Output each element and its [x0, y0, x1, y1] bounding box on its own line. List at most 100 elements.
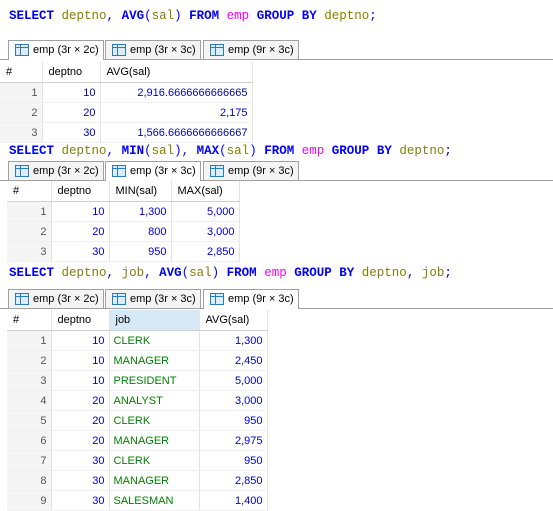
row-number: 3: [7, 241, 52, 262]
table-row[interactable]: 2 20 800 3,000: [7, 221, 240, 242]
table-cell[interactable]: 20: [51, 390, 110, 411]
result-tab[interactable]: emp (3r × 2c): [8, 161, 104, 180]
result-tab[interactable]: emp (9r × 3c): [203, 289, 299, 309]
column-header[interactable]: AVG(sal): [100, 62, 253, 83]
table-cell[interactable]: 3,000: [171, 221, 240, 242]
table-cell[interactable]: 950: [199, 410, 268, 431]
table-row[interactable]: 3 30 950 2,850: [7, 241, 240, 262]
column-header[interactable]: #: [0, 62, 43, 83]
sql-token: deptno: [324, 9, 370, 23]
sql-token: deptno: [399, 144, 445, 158]
sql-token: BY: [376, 144, 392, 158]
result-tab[interactable]: emp (9r × 3c): [203, 40, 299, 59]
table-cell[interactable]: 10: [42, 82, 101, 103]
column-header[interactable]: job: [109, 310, 200, 331]
table-cell[interactable]: CLERK: [109, 450, 200, 471]
table-cell[interactable]: 950: [109, 241, 172, 262]
result-tab[interactable]: emp (3r × 2c): [8, 40, 104, 60]
table-row[interactable]: 7 30 CLERK 950: [7, 450, 268, 471]
table-cell[interactable]: 2,850: [171, 241, 240, 262]
table-row[interactable]: 6 20 MANAGER 2,975: [7, 430, 268, 451]
table-cell[interactable]: 1,400: [199, 490, 268, 511]
table-row[interactable]: 1 10 CLERK 1,300: [7, 330, 268, 351]
table-cell[interactable]: 2,175: [100, 102, 253, 123]
table-row[interactable]: 8 30 MANAGER 2,850: [7, 470, 268, 491]
table-icon: [112, 293, 126, 305]
table-cell[interactable]: 30: [51, 241, 110, 262]
table-cell[interactable]: 1,300: [109, 201, 172, 222]
table-cell[interactable]: 10: [51, 370, 110, 391]
table-icon: [112, 165, 126, 177]
table-row[interactable]: 5 20 CLERK 950: [7, 410, 268, 431]
table-row[interactable]: 2 20 2,175: [0, 102, 253, 123]
table-cell[interactable]: 950: [199, 450, 268, 471]
column-header[interactable]: #: [7, 181, 52, 202]
sql-token: MIN: [121, 144, 145, 158]
sql-query-3[interactable]: SELECT deptno, job, AVG(sal) FROM emp GR…: [9, 265, 452, 281]
table-cell[interactable]: CLERK: [109, 410, 200, 431]
table-cell[interactable]: 10: [51, 201, 110, 222]
column-header[interactable]: MAX(sal): [171, 181, 240, 202]
sql-query-2[interactable]: SELECT deptno, MIN(sal), MAX(sal) FROM e…: [9, 143, 452, 159]
table-cell[interactable]: ANALYST: [109, 390, 200, 411]
sql-token: FROM: [264, 144, 295, 158]
table-cell[interactable]: 20: [51, 410, 110, 431]
column-header[interactable]: AVG(sal): [199, 310, 268, 331]
table-cell[interactable]: 30: [51, 490, 110, 511]
table-cell[interactable]: MANAGER: [109, 470, 200, 491]
table-cell[interactable]: 30: [51, 450, 110, 471]
table-row[interactable]: 3 10 PRESIDENT 5,000: [7, 370, 268, 391]
table-cell[interactable]: 20: [51, 430, 110, 451]
sql-token: (: [144, 9, 152, 23]
column-header[interactable]: deptno: [42, 62, 101, 83]
table-cell[interactable]: SALESMAN: [109, 490, 200, 511]
column-header[interactable]: MIN(sal): [109, 181, 172, 202]
result-tab[interactable]: emp (3r × 3c): [105, 40, 201, 59]
result-tabbar-1: emp (3r × 2c) emp (3r × 3c) emp (9r × 3c): [0, 38, 553, 60]
table-row[interactable]: 1 10 1,300 5,000: [7, 201, 240, 222]
sql-token: ): [249, 144, 257, 158]
table-cell[interactable]: 10: [51, 350, 110, 371]
table-cell[interactable]: 20: [51, 221, 110, 242]
table-row[interactable]: 3 30 1,566.6666666666667: [0, 122, 253, 143]
table-cell[interactable]: 20: [42, 102, 101, 123]
table-cell[interactable]: 30: [51, 470, 110, 491]
table-cell[interactable]: 1,300: [199, 330, 268, 351]
result-tab[interactable]: emp (9r × 3c): [203, 161, 299, 180]
table-row[interactable]: 1 10 2,916.6666666666665: [0, 82, 253, 103]
table-cell[interactable]: 2,975: [199, 430, 268, 451]
table-row[interactable]: 9 30 SALESMAN 1,400: [7, 490, 268, 511]
table-cell[interactable]: 30: [42, 122, 101, 143]
table-cell[interactable]: 10: [51, 330, 110, 351]
column-header[interactable]: deptno: [51, 181, 110, 202]
sql-token: AVG: [159, 266, 182, 280]
result-tab[interactable]: emp (3r × 3c): [105, 161, 201, 181]
result-tab-label: emp (9r × 3c): [228, 165, 294, 177]
table-row[interactable]: 4 20 ANALYST 3,000: [7, 390, 268, 411]
column-header[interactable]: #: [7, 310, 52, 331]
result-tab[interactable]: emp (3r × 2c): [8, 289, 104, 308]
sql-query-1[interactable]: SELECT deptno, AVG(sal) FROM emp GROUP B…: [9, 8, 377, 24]
table-cell[interactable]: 3,000: [199, 390, 268, 411]
table-cell[interactable]: 5,000: [171, 201, 240, 222]
table-cell[interactable]: 2,850: [199, 470, 268, 491]
table-icon: [15, 44, 29, 56]
result-tab[interactable]: emp (3r × 3c): [105, 289, 201, 308]
table-cell[interactable]: 5,000: [199, 370, 268, 391]
column-header[interactable]: deptno: [51, 310, 110, 331]
table-cell[interactable]: PRESIDENT: [109, 370, 200, 391]
sql-token: GROUP: [294, 266, 332, 280]
table-cell[interactable]: MANAGER: [109, 350, 200, 371]
table-cell[interactable]: 2,916.6666666666665: [100, 82, 253, 103]
table-cell[interactable]: MANAGER: [109, 430, 200, 451]
table-cell[interactable]: CLERK: [109, 330, 200, 351]
table-row[interactable]: 2 10 MANAGER 2,450: [7, 350, 268, 371]
table-cell[interactable]: 1,566.6666666666667: [100, 122, 253, 143]
table-cell[interactable]: 2,450: [199, 350, 268, 371]
table-cell[interactable]: 800: [109, 221, 172, 242]
row-number: 3: [0, 122, 43, 143]
